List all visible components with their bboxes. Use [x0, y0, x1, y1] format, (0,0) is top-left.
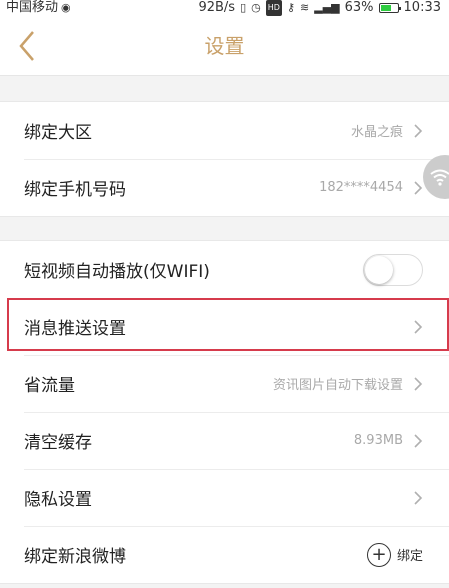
push-settings-row[interactable]: 消息推送设置	[0, 298, 449, 355]
carrier-name: 中国移动	[6, 0, 59, 15]
bind-weibo-button[interactable]: + 绑定	[366, 542, 423, 567]
chevron-right-icon	[414, 376, 423, 391]
network-speed: 92B/s	[198, 0, 236, 15]
chevron-left-icon	[19, 31, 34, 61]
page-title: 设置	[204, 34, 245, 58]
vibrate-icon: ▯	[240, 1, 247, 14]
battery-percent: 63%	[344, 0, 374, 15]
bind-phone-value: 182****4454	[319, 180, 403, 195]
privacy-settings-label: 隐私设置	[24, 490, 92, 510]
autoplay-toggle[interactable]	[363, 253, 423, 286]
bind-weibo-label: 绑定新浪微博	[24, 547, 126, 567]
clock: 10:33	[403, 0, 441, 15]
account-group: 绑定大区 水晶之痕 绑定手机号码 182****4454	[0, 101, 449, 217]
chevron-right-icon	[414, 123, 423, 138]
data-saving-label: 省流量	[24, 376, 75, 396]
nav-bar: 设置	[0, 16, 449, 76]
bind-phone-row[interactable]: 绑定手机号码 182****4454	[0, 159, 449, 216]
bind-region-row[interactable]: 绑定大区 水晶之痕	[0, 102, 449, 159]
key-icon: ⚷	[286, 1, 296, 14]
data-saving-row[interactable]: 省流量 资讯图片自动下载设置	[0, 355, 449, 412]
data-saving-value: 资讯图片自动下载设置	[272, 378, 403, 393]
status-bar: 中国移动 ◉ 92B/s ▯ ◷ HD ⚷ ≋ ▂▄▆ 63% 10:33	[0, 0, 449, 16]
bind-phone-label: 绑定手机号码	[24, 180, 126, 200]
wifi-status-icon: ≋	[300, 1, 310, 14]
bind-region-label: 绑定大区	[24, 123, 92, 143]
plus-circle-icon: +	[366, 542, 391, 567]
clear-cache-row[interactable]: 清空缓存 8.93MB	[0, 412, 449, 469]
signal-icon: ▂▄▆	[314, 1, 340, 14]
back-button[interactable]	[10, 28, 44, 64]
toggle-knob	[365, 255, 393, 284]
wifi-icon	[430, 169, 449, 186]
autoplay-label: 短视频自动播放(仅WIFI)	[24, 262, 210, 282]
autoplay-row: 短视频自动播放(仅WIFI)	[0, 241, 449, 298]
chevron-right-icon	[414, 180, 423, 195]
push-settings-label: 消息推送设置	[24, 319, 126, 339]
hd-icon: HD	[265, 0, 282, 16]
chevron-right-icon	[414, 319, 423, 334]
bind-weibo-row: 绑定新浪微博 + 绑定	[0, 526, 449, 583]
alarm-icon: ◷	[251, 1, 261, 14]
settings-group: 短视频自动播放(仅WIFI) 消息推送设置 省流量 资讯图片自动下载设置 清空缓…	[0, 240, 449, 584]
chevron-right-icon	[414, 433, 423, 448]
cache-size-value: 8.93MB	[353, 433, 403, 448]
bind-region-value: 水晶之痕	[350, 125, 403, 140]
battery-icon	[378, 3, 401, 13]
privacy-settings-row[interactable]: 隐私设置	[0, 469, 449, 526]
bind-weibo-action: 绑定	[396, 549, 423, 564]
chevron-right-icon	[414, 490, 423, 505]
notification-icon: ◉	[61, 1, 71, 14]
clear-cache-label: 清空缓存	[24, 433, 92, 453]
